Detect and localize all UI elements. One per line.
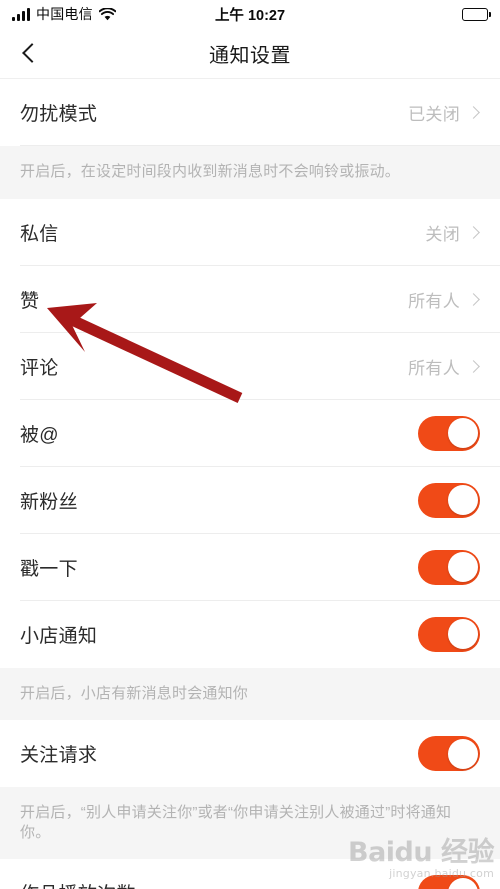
- toggle-mentions[interactable]: [418, 415, 480, 451]
- row-value: 所有人: [408, 358, 460, 378]
- row-label: 关注请求: [20, 745, 98, 766]
- settings-row-private-message[interactable]: 私信 关闭: [0, 198, 500, 266]
- chevron-right-icon: [467, 359, 480, 373]
- settings-row-dnd[interactable]: 勿扰模式 已关闭: [0, 79, 500, 146]
- signal-bars-icon: [12, 7, 30, 21]
- row-label: 评论: [20, 357, 59, 379]
- chevron-right-icon: [467, 292, 480, 306]
- settings-row-mentions[interactable]: 被@: [0, 399, 500, 467]
- settings-row-follow-request[interactable]: 关注请求: [0, 720, 500, 787]
- carrier-label: 中国电信: [36, 6, 93, 22]
- toggle-shop-notifications[interactable]: [418, 616, 480, 652]
- settings-row-new-followers[interactable]: 新粉丝: [0, 466, 500, 534]
- row-value: 关闭: [425, 224, 460, 244]
- navigation-bar: 通知设置: [0, 28, 500, 79]
- row-right: [418, 549, 480, 585]
- row-right: 所有人: [408, 287, 480, 312]
- back-button[interactable]: [10, 28, 54, 78]
- settings-row-comments[interactable]: 评论 所有人: [0, 332, 500, 400]
- section-note-shop: 开启后，小店有新消息时会通知你: [0, 667, 500, 720]
- toggle-follow-request[interactable]: [418, 736, 480, 771]
- row-label: 勿扰模式: [20, 104, 98, 125]
- row-label: 作品播放次数: [20, 879, 136, 889]
- settings-row-shop-notifications[interactable]: 小店通知: [0, 600, 500, 668]
- row-right: [418, 616, 480, 652]
- row-label: 私信: [20, 223, 59, 245]
- phone-screen: 中国电信 上午 10:27 通知设置 勿扰模式 已关闭 开启后，在设定时间段内收…: [0, 0, 500, 889]
- row-right: 所有人: [408, 354, 480, 379]
- chevron-right-icon: [467, 106, 480, 119]
- row-right: 已关闭: [408, 100, 480, 125]
- row-right: [418, 482, 480, 518]
- row-label: 被@: [20, 424, 59, 446]
- chevron-left-icon: [22, 43, 42, 63]
- row-value: 已关闭: [408, 105, 460, 124]
- row-label: 新粉丝: [20, 491, 78, 513]
- toggle-poke[interactable]: [418, 549, 480, 585]
- toggle-play-count[interactable]: [418, 875, 480, 889]
- row-right: [418, 415, 480, 451]
- status-bar-left: 中国电信: [12, 4, 117, 24]
- settings-row-likes[interactable]: 赞 所有人: [0, 265, 500, 333]
- toggle-new-followers[interactable]: [418, 482, 480, 518]
- row-label: 小店通知: [20, 625, 98, 647]
- wifi-icon: [98, 6, 117, 21]
- page-title: 通知设置: [209, 44, 291, 67]
- row-right: [418, 875, 480, 889]
- section-note-follow-request: 开启后，“别人申请关注你”或者“你申请关注别人被通过”时将通知你。: [0, 787, 500, 859]
- row-label: 戳一下: [20, 558, 78, 580]
- settings-row-play-count[interactable]: 作品播放次数: [0, 859, 500, 889]
- row-value: 所有人: [408, 291, 460, 311]
- row-right: [418, 736, 480, 771]
- section-note-dnd: 开启后，在设定时间段内收到新消息时不会响铃或振动。: [0, 146, 500, 199]
- settings-row-poke[interactable]: 戳一下: [0, 533, 500, 601]
- row-right: 关闭: [425, 220, 480, 245]
- status-bar-right: [462, 7, 491, 21]
- battery-icon: [462, 7, 491, 21]
- chevron-right-icon: [467, 225, 480, 239]
- row-label: 赞: [20, 290, 40, 312]
- status-bar: 中国电信 上午 10:27: [0, 0, 500, 28]
